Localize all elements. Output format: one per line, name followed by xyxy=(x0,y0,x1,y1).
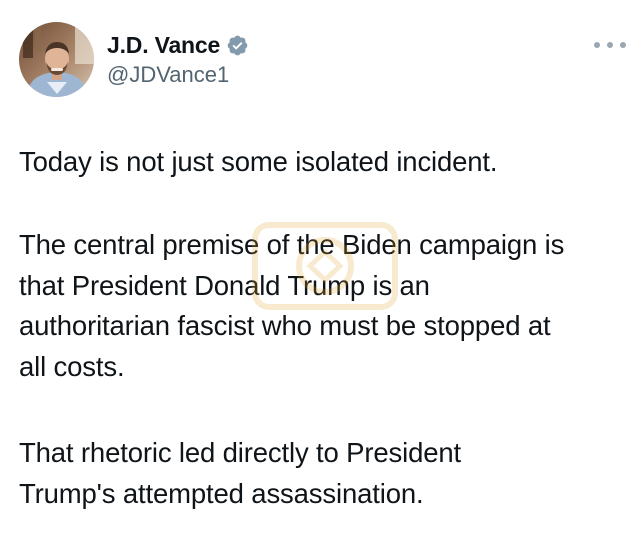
author-name-row: J.D. Vance xyxy=(107,30,249,60)
tweet-text-line: The central premise of the Biden campaig… xyxy=(19,229,565,260)
author-display-name[interactable]: J.D. Vance xyxy=(107,32,220,59)
tweet-text-line: Today is not just some isolated incident… xyxy=(19,146,498,177)
tweet-paragraph-2: The central premise of the Biden campaig… xyxy=(19,225,564,387)
avatar-image xyxy=(19,22,94,97)
tweet-text-line: That rhetoric led directly to President xyxy=(19,437,461,468)
tweet-card: J.D. Vance @JDVance1 Today is not just s… xyxy=(0,0,644,542)
more-dot xyxy=(607,42,613,48)
tweet-text-line: that President Donald Trump is an xyxy=(19,269,430,301)
more-dot xyxy=(594,42,600,48)
tweet-text-line: Trump's attempted assassination. xyxy=(19,477,424,509)
tweet-text-line: all costs. xyxy=(19,350,125,382)
more-dot xyxy=(620,42,626,48)
avatar[interactable] xyxy=(19,22,94,97)
verified-badge-icon xyxy=(226,34,249,57)
tweet-paragraph-3: That rhetoric led directly to President … xyxy=(19,433,461,514)
tweet-text-line: authoritarian fascist who must be stoppe… xyxy=(19,310,551,341)
tweet-paragraph-1: Today is not just some isolated incident… xyxy=(19,142,498,183)
more-options-icon[interactable] xyxy=(594,38,626,52)
author-handle[interactable]: @JDVance1 xyxy=(107,62,229,88)
